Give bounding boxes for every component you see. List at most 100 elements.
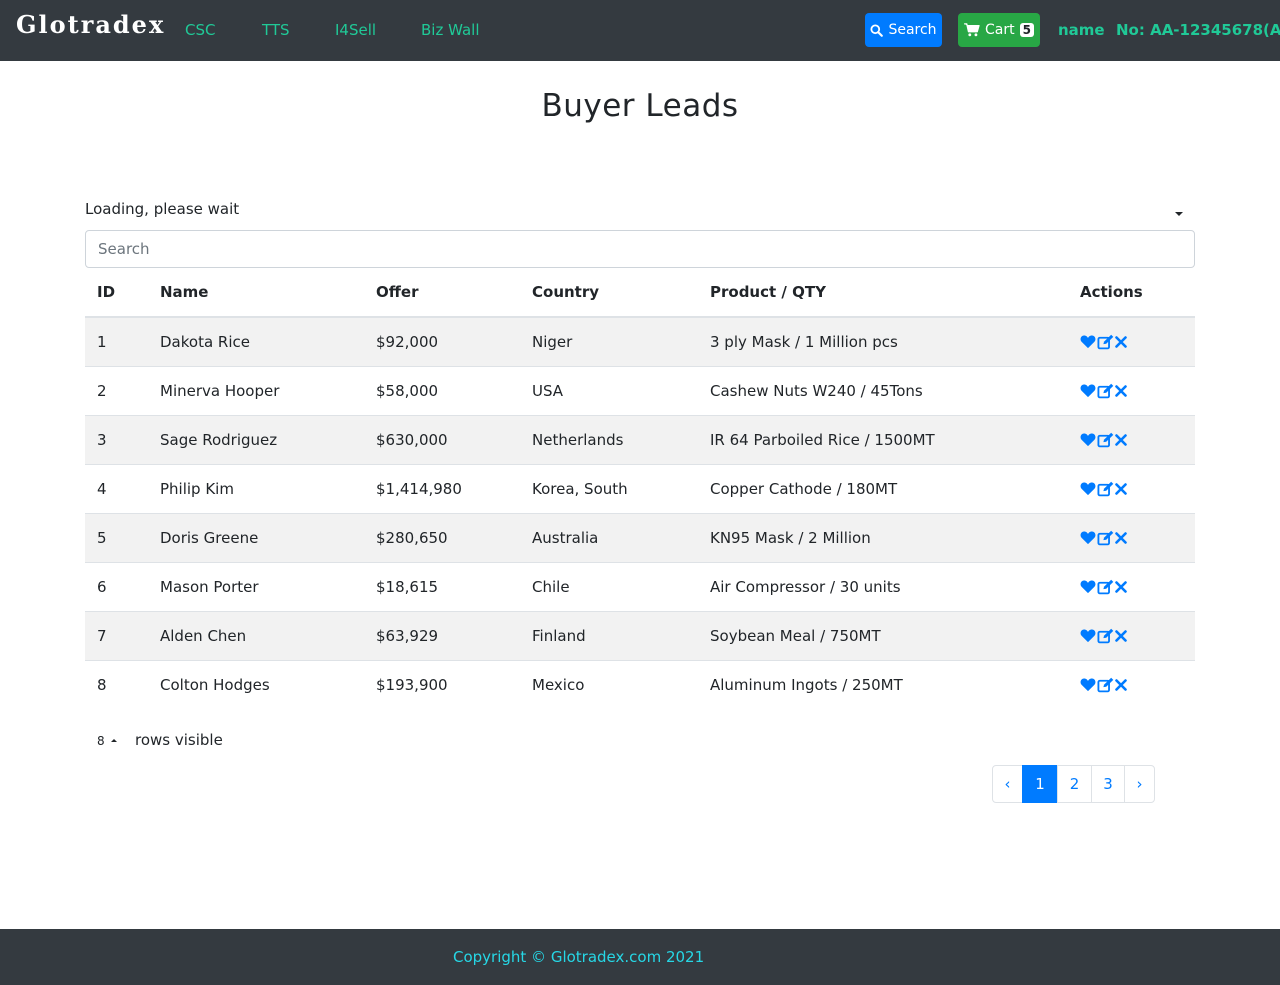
header-product-qty[interactable]: Product / QTY (698, 268, 1068, 318)
pagination-page-1[interactable]: 1 (1022, 765, 1058, 803)
table-row[interactable]: 1 Dakota Rice $92,000 Niger 3 ply Mask / 1 M… (85, 316, 1195, 366)
table-row[interactable]: 4 Philip Kim $1,414,980 Korea, South Copper … (85, 463, 1195, 513)
footer: Copyright © Glotradex.com 2021 (0, 929, 1280, 985)
user-name-link[interactable]: name (1058, 21, 1105, 39)
cell-name: Mason Porter (148, 561, 364, 611)
table-row[interactable]: 3 Sage Rodriguez $630,000 Netherlands IR 64 … (85, 414, 1195, 464)
caret-up-icon[interactable] (111, 739, 117, 742)
account-number: No: AA-12345678(A) (1116, 21, 1280, 39)
close-icon[interactable] (1115, 531, 1127, 544)
table-row[interactable]: 8 Colton Hodges $193,900 Mexico Aluminum Ing… (85, 659, 1195, 709)
cell-actions (1068, 365, 1195, 415)
cell-country: Finland (520, 610, 698, 660)
cell-country: USA (520, 365, 698, 415)
edit-icon[interactable] (1097, 334, 1114, 350)
nav-link-biz-wall[interactable]: Biz Wall (421, 21, 480, 39)
close-icon[interactable] (1115, 335, 1127, 348)
cart-button-label: Cart (985, 22, 1015, 38)
nav-link-csc[interactable]: CSC (185, 21, 215, 39)
heart-icon[interactable] (1080, 383, 1096, 398)
cell-id: 5 (85, 512, 148, 562)
heart-icon[interactable] (1080, 481, 1096, 496)
table-header-row: ID Name Offer Country Product / QTY Acti… (85, 268, 1195, 318)
shopping-cart-icon (964, 23, 980, 37)
close-icon[interactable] (1115, 482, 1127, 495)
cell-offer: $630,000 (364, 414, 520, 464)
edit-icon[interactable] (1097, 383, 1114, 399)
cell-actions (1068, 610, 1195, 660)
header-country[interactable]: Country (520, 268, 698, 318)
cell-offer: $92,000 (364, 316, 520, 366)
cell-actions (1068, 561, 1195, 611)
header-offer[interactable]: Offer (364, 268, 520, 318)
cell-name: Philip Kim (148, 463, 364, 513)
header-id[interactable]: ID (85, 268, 148, 318)
cell-offer: $18,615 (364, 561, 520, 611)
cell-product-qty: Soybean Meal / 750MT (698, 610, 1068, 660)
edit-icon[interactable] (1097, 481, 1114, 497)
table-row[interactable]: 2 Minerva Hooper $58,000 USA Cashew Nuts W24… (85, 365, 1195, 415)
edit-icon[interactable] (1097, 677, 1114, 693)
caret-down-icon[interactable] (1175, 212, 1183, 216)
cart-button[interactable]: Cart 5 (958, 13, 1040, 47)
loading-text: Loading, please wait (85, 200, 240, 218)
edit-icon[interactable] (1097, 530, 1114, 546)
cell-product-qty: IR 64 Parboiled Rice / 1500MT (698, 414, 1068, 464)
cell-name: Minerva Hooper (148, 365, 364, 415)
close-icon[interactable] (1115, 678, 1127, 691)
cell-country: Chile (520, 561, 698, 611)
edit-icon[interactable] (1097, 628, 1114, 644)
edit-icon[interactable] (1097, 432, 1114, 448)
table-row[interactable]: 7 Alden Chen $63,929 Finland Soybean Meal / … (85, 610, 1195, 660)
table-row[interactable]: 6 Mason Porter $18,615 Chile Air Compressor … (85, 561, 1195, 611)
cell-product-qty: Air Compressor / 30 units (698, 561, 1068, 611)
close-icon[interactable] (1115, 629, 1127, 642)
cell-offer: $58,000 (364, 365, 520, 415)
close-icon[interactable] (1115, 384, 1127, 397)
pagination-next[interactable]: › (1124, 765, 1155, 803)
close-icon[interactable] (1115, 580, 1127, 593)
cell-actions (1068, 414, 1195, 464)
cell-id: 3 (85, 414, 148, 464)
header-actions: Actions (1068, 268, 1195, 318)
pagination-page-3[interactable]: 3 (1091, 765, 1125, 803)
rows-per-page-value[interactable]: 8 (97, 734, 105, 748)
cell-id: 4 (85, 463, 148, 513)
heart-icon[interactable] (1080, 432, 1096, 447)
cell-country: Niger (520, 316, 698, 366)
close-icon[interactable] (1115, 433, 1127, 446)
cell-name: Sage Rodriguez (148, 414, 364, 464)
cell-country: Mexico (520, 659, 698, 709)
cell-actions (1068, 659, 1195, 709)
cell-product-qty: Aluminum Ingots / 250MT (698, 659, 1068, 709)
nav-link-i4sell[interactable]: I4Sell (335, 21, 376, 39)
search-button[interactable]: Search (865, 13, 942, 47)
edit-icon[interactable] (1097, 579, 1114, 595)
cell-id: 6 (85, 561, 148, 611)
cell-product-qty: Copper Cathode / 180MT (698, 463, 1068, 513)
heart-icon[interactable] (1080, 334, 1096, 349)
cell-id: 1 (85, 316, 148, 366)
search-input[interactable] (85, 230, 1195, 268)
pagination: ‹ 1 2 3 › (992, 765, 1155, 803)
cell-offer: $63,929 (364, 610, 520, 660)
pagination-page-2[interactable]: 2 (1057, 765, 1092, 803)
brand-logo[interactable]: Glotradex (16, 10, 165, 39)
pagination-prev[interactable]: ‹ (992, 765, 1023, 803)
cell-name: Alden Chen (148, 610, 364, 660)
heart-icon[interactable] (1080, 628, 1096, 643)
table-row[interactable]: 5 Doris Greene $280,650 Australia KN95 Mask … (85, 512, 1195, 562)
cell-product-qty: KN95 Mask / 2 Million (698, 512, 1068, 562)
heart-icon[interactable] (1080, 530, 1096, 545)
nav-link-tts[interactable]: TTS (262, 21, 290, 39)
cell-actions (1068, 316, 1195, 366)
cell-country: Korea, South (520, 463, 698, 513)
search-button-label: Search (888, 22, 937, 38)
header-name[interactable]: Name (148, 268, 364, 318)
heart-icon[interactable] (1080, 677, 1096, 692)
cell-country: Australia (520, 512, 698, 562)
cell-id: 8 (85, 659, 148, 709)
heart-icon[interactable] (1080, 579, 1096, 594)
cell-offer: $193,900 (364, 659, 520, 709)
cell-name: Doris Greene (148, 512, 364, 562)
